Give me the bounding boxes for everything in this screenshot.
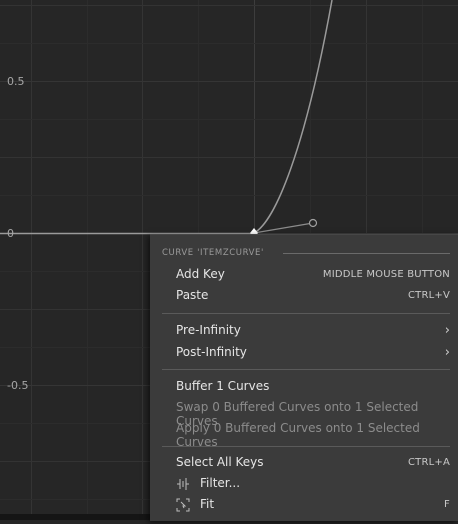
menu-item-shortcut: CTRL+A	[407, 457, 450, 468]
submenu-arrow-icon: ›	[444, 323, 450, 338]
menu-item-label: Select All Keys	[176, 455, 264, 469]
menu-item-label: Buffer 1 Curves	[176, 379, 270, 393]
fit-icon	[176, 498, 190, 512]
menu-header-divider	[283, 253, 450, 254]
menu-item-swap-curves[interactable]: Swap 0 Buffered Curves onto 1 Selected C…	[176, 398, 458, 428]
y-axis-label: 0.5	[7, 75, 25, 88]
menu-item-label: Pre-Infinity	[176, 323, 241, 337]
menu-item-apply-curves[interactable]: Apply 0 Buffered Curves onto 1 Selected …	[176, 419, 458, 449]
menu-item-post-infinity[interactable]: Post-Infinity ›	[176, 343, 458, 363]
menu-item-buffer-curves[interactable]: Buffer 1 Curves	[176, 377, 458, 397]
menu-section-header: CURVE 'ITEMZCURVE'	[162, 248, 264, 258]
filter-icon	[177, 478, 189, 490]
menu-item-add-key[interactable]: Add Key MIDDLE MOUSE BUTTON	[176, 265, 458, 285]
curve-context-menu: CURVE 'ITEMZCURVE' Add Key MIDDLE MOUSE …	[150, 234, 458, 521]
y-axis-label: -0.5	[7, 379, 29, 392]
menu-separator	[162, 369, 450, 370]
menu-item-label: Paste	[176, 288, 209, 302]
menu-item-filter[interactable]: Filter...	[176, 474, 458, 494]
menu-item-label: Post-Infinity	[176, 345, 247, 359]
menu-item-shortcut: MIDDLE MOUSE BUTTON	[322, 269, 450, 280]
menu-item-label: Fit	[200, 497, 215, 511]
menu-item-label: Filter...	[200, 476, 241, 490]
submenu-arrow-icon: ›	[444, 345, 450, 360]
menu-item-label: Apply 0 Buffered Curves onto 1 Selected …	[176, 421, 420, 449]
menu-item-paste[interactable]: Paste CTRL+V	[176, 286, 458, 306]
curve-rising-segment[interactable]	[253, 0, 333, 234]
menu-separator	[162, 446, 450, 447]
tangent-handle[interactable]	[308, 218, 318, 228]
menu-item-label: Add Key	[176, 267, 225, 281]
menu-item-shortcut: F	[444, 499, 450, 510]
menu-item-pre-infinity[interactable]: Pre-Infinity ›	[176, 321, 458, 341]
menu-item-fit[interactable]: Fit F	[176, 495, 458, 515]
menu-separator	[162, 313, 450, 314]
menu-item-select-all-keys[interactable]: Select All Keys CTRL+A	[176, 453, 458, 473]
y-axis-label: 0	[7, 227, 14, 240]
menu-item-shortcut: CTRL+V	[407, 290, 450, 301]
graph-bottom-edge	[0, 514, 150, 520]
